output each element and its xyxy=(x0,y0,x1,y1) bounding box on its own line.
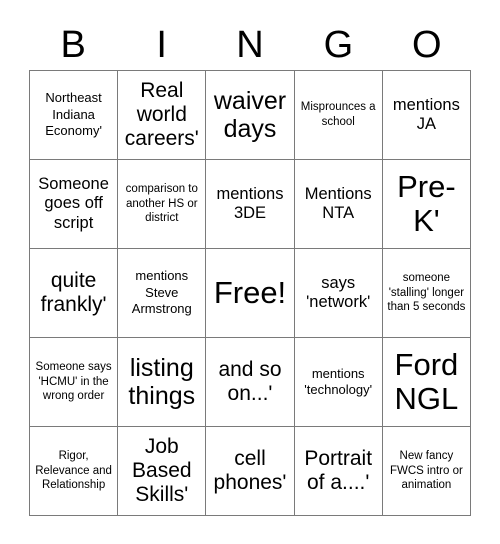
bingo-cell-label: mentions Steve Armstrong xyxy=(131,268,192,317)
bingo-cell-label: New fancy FWCS intro or animation xyxy=(389,449,463,492)
header-letter-o: O xyxy=(412,24,442,66)
bingo-cell-label: quite frankly' xyxy=(40,269,107,316)
bingo-cell[interactable]: listing things xyxy=(118,338,207,427)
bingo-cell[interactable]: Misprounces a school xyxy=(294,71,383,160)
bingo-cell-label: mentions 'technology' xyxy=(304,365,373,397)
bingo-cell-label: someone 'stalling' longer than 5 seconds xyxy=(387,271,466,314)
bingo-cell-label: waiver days xyxy=(213,87,287,143)
bingo-cell[interactable]: New fancy FWCS intro or animation xyxy=(382,427,471,516)
header-letter-n: N xyxy=(236,24,264,66)
bingo-cell-label: mentions JA xyxy=(392,95,460,133)
header-letter-g: G xyxy=(323,24,354,66)
bingo-cell-label: and so on...' xyxy=(218,358,282,405)
bingo-cell-label: Job Based Skills' xyxy=(132,435,192,506)
bingo-cell[interactable]: Someone goes off script xyxy=(30,160,119,249)
bingo-cell-label: Portrait of a....' xyxy=(304,447,373,494)
bingo-cell[interactable]: Rigor, Relevance and Relationship xyxy=(30,427,119,516)
bingo-cell-label: Rigor, Relevance and Relationship xyxy=(35,449,112,492)
bingo-cell[interactable]: cell phones' xyxy=(206,427,295,516)
bingo-header-letters: B I N G O xyxy=(29,20,471,70)
bingo-cell-label: listing things xyxy=(128,354,196,410)
bingo-cell-free[interactable]: Free! xyxy=(206,249,295,338)
bingo-cell[interactable]: Real world careers' xyxy=(118,71,207,160)
header-letter-b: B xyxy=(60,24,86,66)
bingo-cell-label: Pre-K' xyxy=(397,168,456,238)
bingo-cell-label: Misprounces a school xyxy=(300,101,376,128)
bingo-cell[interactable]: quite frankly' xyxy=(30,249,119,338)
bingo-cell[interactable]: waiver days xyxy=(206,71,295,160)
bingo-cell[interactable]: mentions JA xyxy=(382,71,471,160)
bingo-cell-label: Free! xyxy=(213,274,287,310)
bingo-cell-label: Someone goes off script xyxy=(38,174,109,232)
bingo-card: B I N G O Northeast Indiana Economy' Rea… xyxy=(0,0,500,544)
bingo-cell[interactable]: Mentions NTA xyxy=(294,160,383,249)
bingo-cell-label: Northeast Indiana Economy' xyxy=(45,90,102,139)
bingo-cell-label: Real world careers' xyxy=(124,79,199,150)
bingo-cell[interactable]: Northeast Indiana Economy' xyxy=(30,71,119,160)
bingo-cell[interactable]: someone 'stalling' longer than 5 seconds xyxy=(382,249,471,338)
bingo-cell-label: cell phones' xyxy=(213,447,287,494)
bingo-cell-label: mentions 3DE xyxy=(216,184,284,222)
bingo-grid: Northeast Indiana Economy' Real world ca… xyxy=(29,70,471,516)
bingo-cell[interactable]: Job Based Skills' xyxy=(118,427,207,516)
bingo-cell[interactable]: Ford NGL xyxy=(382,338,471,427)
bingo-cell[interactable]: Portrait of a....' xyxy=(294,427,383,516)
bingo-cell[interactable]: mentions Steve Armstrong xyxy=(118,249,207,338)
bingo-cell[interactable]: mentions 'technology' xyxy=(294,338,383,427)
bingo-cell-label: comparison to another HS or district xyxy=(125,182,198,225)
bingo-cell-label: Someone says 'HCMU' in the wrong order xyxy=(35,360,112,403)
bingo-cell[interactable]: and so on...' xyxy=(206,338,295,427)
bingo-cell[interactable]: Someone says 'HCMU' in the wrong order xyxy=(30,338,119,427)
bingo-cell[interactable]: comparison to another HS or district xyxy=(118,160,207,249)
bingo-cell-label: Mentions NTA xyxy=(304,184,372,222)
bingo-cell[interactable]: mentions 3DE xyxy=(206,160,295,249)
header-letter-i: I xyxy=(156,24,167,66)
bingo-cell-label: Ford NGL xyxy=(394,346,459,416)
bingo-cell[interactable]: says 'network' xyxy=(294,249,383,338)
bingo-cell-label: says 'network' xyxy=(306,273,371,311)
bingo-cell[interactable]: Pre-K' xyxy=(382,160,471,249)
